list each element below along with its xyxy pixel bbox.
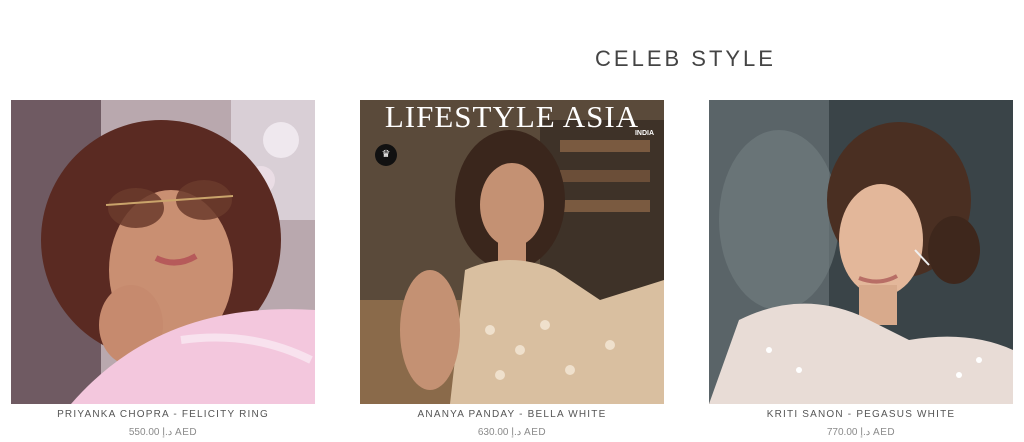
celebrity-photo-icon bbox=[709, 100, 1013, 404]
magazine-title: LIFESTYLE ASIA bbox=[384, 100, 640, 134]
product-grid: PRIYANKA CHOPRA - FELICITY RING 550.00 د… bbox=[0, 100, 1024, 442]
section-title: CELEB STYLE bbox=[595, 46, 776, 72]
product-card[interactable]: KRITI SANON - PEGASUS WHITE 770.00 د.إ A… bbox=[709, 100, 1013, 438]
celebrity-photo-icon bbox=[11, 100, 315, 404]
product-image[interactable]: LIFESTYLE ASIA INDIA ♛ bbox=[360, 100, 664, 404]
product-card[interactable]: PRIYANKA CHOPRA - FELICITY RING 550.00 د… bbox=[11, 100, 315, 438]
product-card[interactable]: LIFESTYLE ASIA INDIA ♛ ANANYA PANDAY - B… bbox=[360, 100, 664, 438]
product-price: 630.00 د.إ AED bbox=[477, 427, 547, 438]
product-name[interactable]: ANANYA PANDAY - BELLA WHITE bbox=[360, 409, 664, 420]
product-name[interactable]: PRIYANKA CHOPRA - FELICITY RING bbox=[11, 409, 315, 420]
crown-icon: ♛ bbox=[375, 144, 397, 166]
magazine-subtitle: INDIA bbox=[634, 130, 654, 137]
product-image[interactable] bbox=[709, 100, 1013, 404]
product-name[interactable]: KRITI SANON - PEGASUS WHITE bbox=[709, 409, 1013, 420]
product-price: 770.00 د.إ AED bbox=[826, 427, 896, 438]
celebrity-photo-icon bbox=[360, 100, 664, 404]
product-price: 550.00 د.إ AED bbox=[128, 427, 198, 438]
product-image[interactable] bbox=[11, 100, 315, 404]
